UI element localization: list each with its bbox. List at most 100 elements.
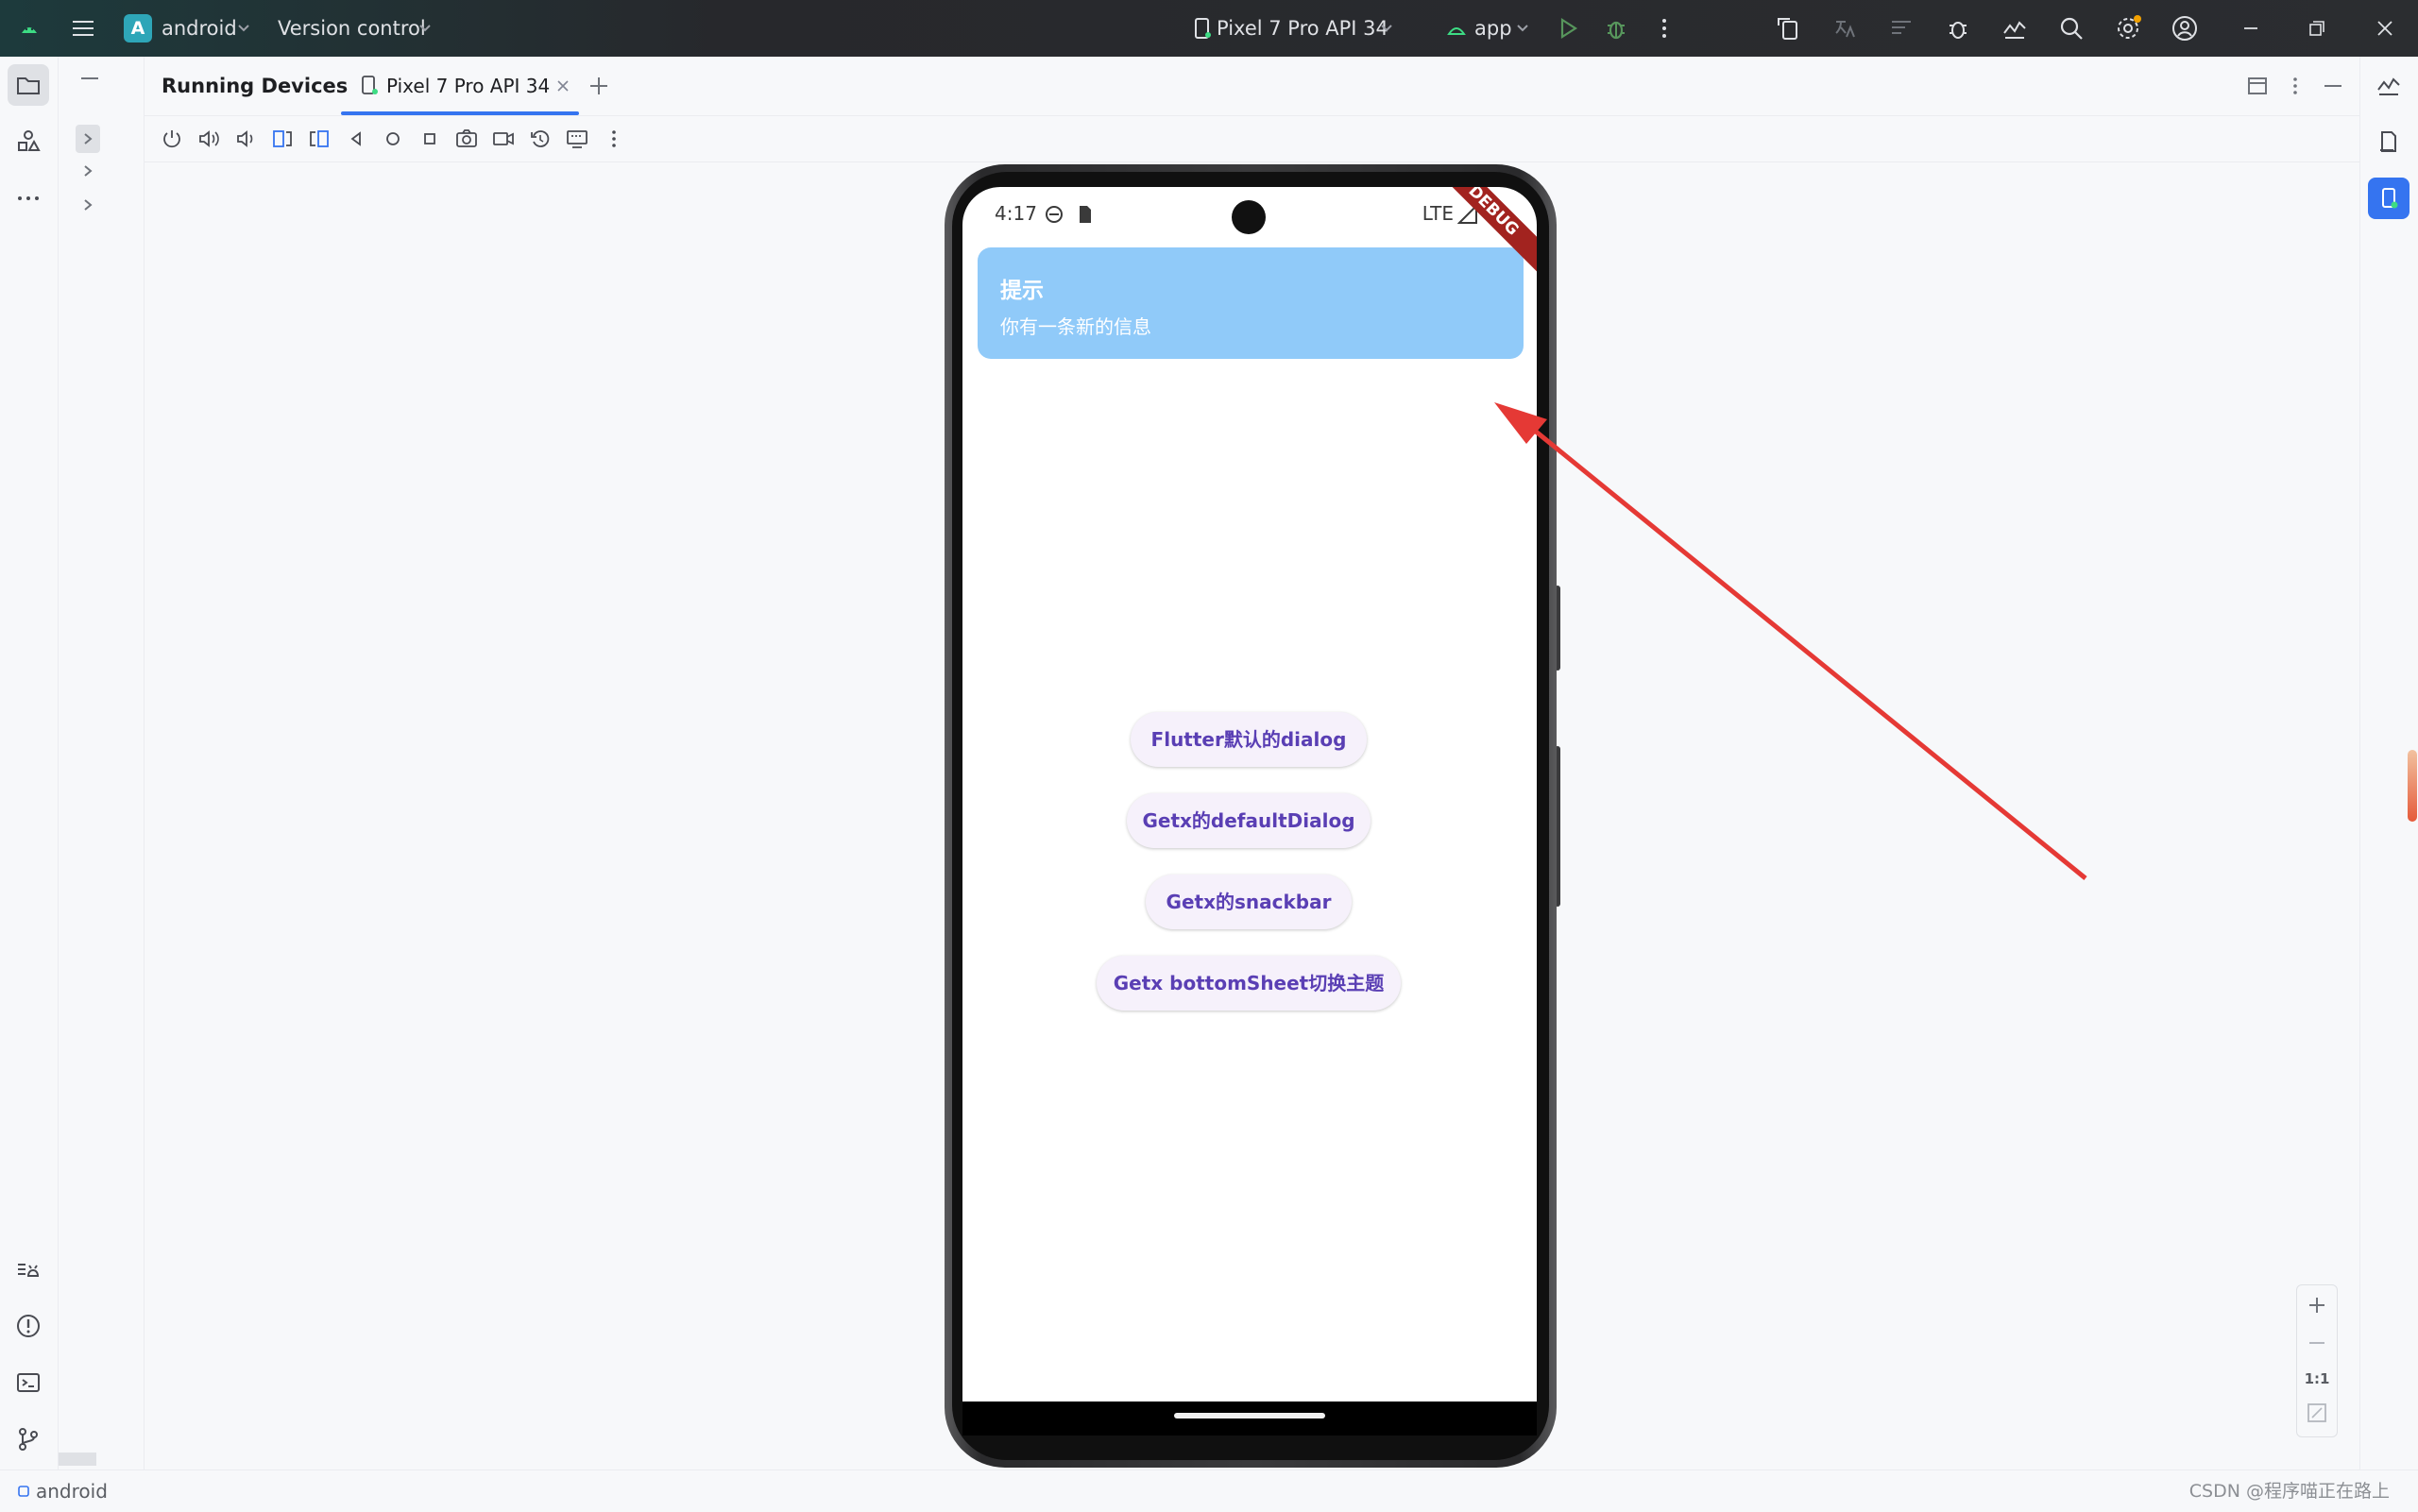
home-icon[interactable] xyxy=(379,125,407,153)
screenshot-camera-icon[interactable] xyxy=(452,125,481,153)
debug-icon[interactable] xyxy=(1602,14,1630,42)
shapes-icon xyxy=(18,130,41,151)
gesture-nav-handle[interactable] xyxy=(1174,1413,1325,1419)
left-tool-strip xyxy=(0,57,59,1470)
overview-icon[interactable] xyxy=(416,125,444,153)
chevron-right-icon[interactable] xyxy=(76,157,100,185)
zoom-actual-size[interactable]: 1:1 xyxy=(2297,1370,2337,1387)
profiler-icon[interactable] xyxy=(2001,14,2029,42)
profiler-tool-button[interactable] xyxy=(2368,64,2409,106)
right-tool-strip xyxy=(2359,57,2418,1470)
running-device-icon xyxy=(2382,188,2398,209)
close-window-icon[interactable] xyxy=(2371,14,2399,42)
layout-inspector-icon[interactable] xyxy=(1887,14,1916,42)
search-icon[interactable] xyxy=(2057,14,2086,42)
minimize-window-icon[interactable] xyxy=(2237,14,2265,42)
snackbar[interactable]: 提示 你有一条新的信息 xyxy=(978,247,1524,359)
more-tool-windows-button[interactable] xyxy=(8,178,49,219)
more-vertical-icon[interactable] xyxy=(2281,72,2309,100)
settings-gear-icon[interactable] xyxy=(2114,14,2142,42)
more-vertical-icon[interactable] xyxy=(600,125,628,153)
app-inspection-icon[interactable] xyxy=(1944,14,1972,42)
getx-bottomsheet-theme-button[interactable]: Getx bottomSheet切换主题 xyxy=(1097,956,1401,1011)
screen-record-icon[interactable] xyxy=(489,125,518,153)
status-app-icon xyxy=(1044,204,1064,225)
run-config-selector[interactable]: app xyxy=(1474,0,1512,57)
more-horizontal-icon xyxy=(18,196,39,200)
git-branch-icon xyxy=(19,1428,38,1451)
version-control-menu[interactable]: Version control xyxy=(278,0,426,57)
zoom-in-icon[interactable] xyxy=(2303,1291,2331,1319)
tab-label: Pixel 7 Pro API 34 xyxy=(386,75,551,97)
device-manager-icon[interactable] xyxy=(1774,14,1802,42)
front-camera xyxy=(1232,200,1266,234)
project-tool-button[interactable] xyxy=(8,64,49,106)
snackbar-title: 提示 xyxy=(1000,279,1044,303)
more-vertical-icon[interactable] xyxy=(1650,14,1678,42)
warning-circle-icon xyxy=(17,1315,40,1337)
add-device-tab-icon[interactable] xyxy=(585,72,613,100)
git-button[interactable] xyxy=(8,1419,49,1460)
rotate-left-icon[interactable] xyxy=(268,125,297,153)
chevron-right-icon xyxy=(84,133,93,144)
title-bar: A android Version control Pixel 7 Pro AP… xyxy=(0,0,2418,57)
device-file-explorer-button[interactable] xyxy=(2368,121,2409,162)
running-devices-tool-button[interactable] xyxy=(2368,178,2409,219)
project-name[interactable]: android xyxy=(162,0,237,57)
view-mode-icon[interactable] xyxy=(2243,72,2272,100)
device-screen[interactable]: 4:17 LTE 提示 你有一条新的信息 DEBUG Flutter默认的dia… xyxy=(962,187,1537,1402)
logcat-button[interactable] xyxy=(8,1249,49,1290)
chevron-down-icon[interactable] xyxy=(1375,16,1398,39)
power-icon[interactable] xyxy=(158,125,186,153)
chevron-down-icon[interactable] xyxy=(414,16,436,39)
module-icon xyxy=(17,1485,30,1498)
chevron-right-icon[interactable] xyxy=(76,191,100,219)
terminal-icon xyxy=(17,1373,40,1392)
android-app-icon[interactable] xyxy=(1442,14,1471,42)
restore-window-icon[interactable] xyxy=(2303,14,2331,42)
resource-manager-button[interactable] xyxy=(8,121,49,162)
minimize-panel-icon[interactable] xyxy=(2319,72,2347,100)
device-selector[interactable]: Pixel 7 Pro API 34 xyxy=(1217,0,1388,57)
snapshot-restore-icon[interactable] xyxy=(526,125,554,153)
active-tab-indicator xyxy=(341,111,579,115)
getx-snackbar-button[interactable]: Getx的snackbar xyxy=(1146,875,1352,929)
getx-default-dialog-button[interactable]: Getx的defaultDialog xyxy=(1127,793,1371,848)
terminal-button[interactable] xyxy=(8,1362,49,1403)
problems-button[interactable] xyxy=(8,1305,49,1347)
extended-controls-icon[interactable] xyxy=(563,125,591,153)
zoom-out-icon[interactable] xyxy=(2303,1329,2331,1357)
volume-down-icon[interactable] xyxy=(231,125,260,153)
panel-title: Running Devices xyxy=(162,75,349,97)
translate-icon[interactable] xyxy=(1831,14,1859,42)
status-project-name[interactable]: android xyxy=(36,1470,108,1512)
chevron-down-icon[interactable] xyxy=(1511,16,1534,39)
profiler-icon xyxy=(2377,77,2400,95)
chevron-down-icon[interactable] xyxy=(232,16,255,39)
device-file-icon xyxy=(2380,131,2396,152)
minimize-panel-icon[interactable] xyxy=(76,64,104,93)
volume-up-icon[interactable] xyxy=(195,125,223,153)
main-menu-icon[interactable] xyxy=(69,14,97,42)
status-bar: android CSDN @程序喵正在路上 xyxy=(0,1470,2418,1512)
close-tab-icon[interactable] xyxy=(554,77,571,94)
account-icon[interactable] xyxy=(2171,14,2199,42)
zoom-controls: 1:1 xyxy=(2296,1284,2338,1437)
zoom-fit-icon[interactable] xyxy=(2305,1401,2329,1425)
rotate-right-icon[interactable] xyxy=(305,125,333,153)
vertical-scrollbar[interactable] xyxy=(2408,750,2417,822)
folder-icon xyxy=(17,77,40,94)
run-icon[interactable] xyxy=(1554,14,1582,42)
horizontal-scrollbar[interactable] xyxy=(59,1453,96,1466)
expand-tree-button[interactable] xyxy=(76,125,100,153)
snackbar-message: 你有一条新的信息 xyxy=(1000,315,1151,338)
annotation-arrow xyxy=(1494,402,2087,880)
device-nav-bar xyxy=(962,1402,1537,1436)
project-badge[interactable]: A xyxy=(124,14,152,42)
tab-device[interactable]: Pixel 7 Pro API 34 xyxy=(341,57,579,115)
back-icon[interactable] xyxy=(342,125,370,153)
device-icon[interactable] xyxy=(1188,14,1217,42)
android-logo-icon xyxy=(15,14,43,42)
flutter-dialog-button[interactable]: Flutter默认的dialog xyxy=(1131,712,1367,767)
device-icon xyxy=(358,74,383,98)
